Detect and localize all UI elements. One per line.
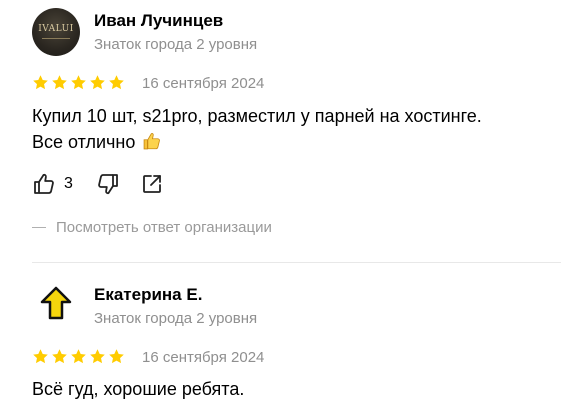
author-name[interactable]: Екатерина Е. [94, 285, 202, 305]
rating-stars [32, 74, 125, 91]
avatar[interactable] [32, 280, 80, 328]
star-icon [52, 75, 67, 90]
dash-icon [32, 226, 46, 229]
rating-stars [32, 348, 125, 365]
author-name[interactable]: Иван Лучинцев [94, 11, 223, 31]
star-icon [109, 349, 124, 364]
star-icon [109, 75, 124, 90]
review-card: IVALUI Иван Лучинцев Знаток города 2 уро… [0, 0, 561, 260]
like-count: 3 [64, 175, 73, 192]
like-icon [34, 173, 54, 194]
arrow-up-icon [40, 286, 72, 320]
star-icon [52, 349, 67, 364]
review-text-line: Все отлично [32, 129, 532, 155]
view-org-reply-label: Посмотреть ответ организации [56, 219, 272, 236]
star-icon [33, 75, 48, 90]
star-icon [71, 349, 86, 364]
review-divider [32, 262, 561, 263]
review-card: Екатерина Е. Знаток города 2 уровня 16 с… [0, 270, 561, 404]
like-button[interactable]: 3 [32, 172, 73, 196]
star-icon [33, 349, 48, 364]
thumbs-up-emoji-icon [144, 133, 161, 150]
author-level: Знаток города 2 уровня [94, 310, 258, 327]
review-actions: 3 [32, 172, 164, 196]
share-button[interactable] [140, 172, 164, 196]
dislike-button[interactable] [96, 172, 120, 196]
star-icon [71, 75, 86, 90]
review-text-line-end: Все отлично [32, 132, 136, 152]
share-icon [143, 175, 161, 193]
dislike-icon [98, 174, 118, 195]
avatar-monogram: IVALUI [38, 24, 74, 34]
review-date: 16 сентября 2024 [142, 349, 265, 366]
avatar[interactable]: IVALUI [32, 8, 80, 56]
star-icon [90, 349, 105, 364]
avatar-decoration [42, 38, 70, 39]
view-org-reply-link[interactable]: Посмотреть ответ организации [32, 219, 272, 236]
review-text: Всё гуд, хорошие ребята. [32, 379, 245, 399]
star-icon [90, 75, 105, 90]
review-date: 16 сентября 2024 [142, 75, 265, 92]
author-level: Знаток города 2 уровня [94, 36, 258, 53]
review-text-line: Купил 10 шт, s21pro, разместил у парней … [32, 106, 482, 126]
review-text: Купил 10 шт, s21pro, разместил у парней … [32, 103, 532, 155]
